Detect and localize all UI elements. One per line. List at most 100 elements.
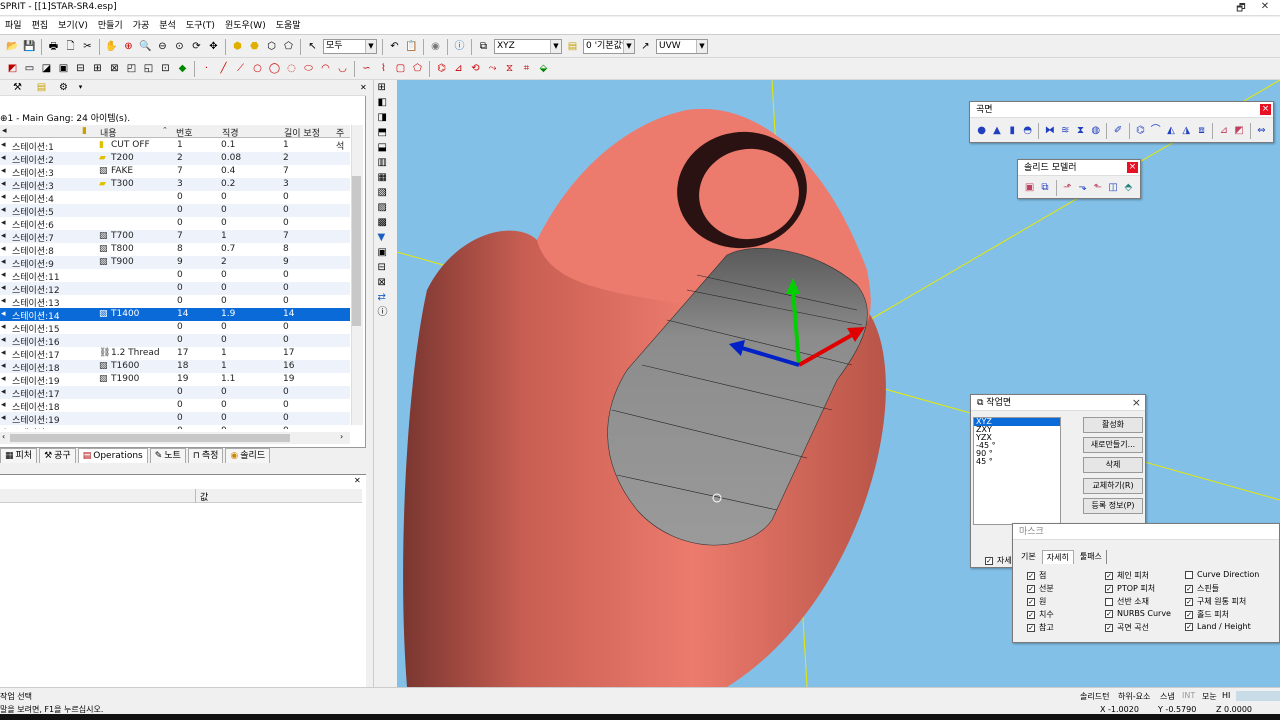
view-iso-icon[interactable]: ⬒	[378, 128, 390, 140]
view-side-icon[interactable]: ◨	[378, 113, 390, 125]
scroll-right-icon[interactable]: ›	[340, 432, 343, 441]
swap-icon[interactable]: ⇄	[378, 293, 390, 305]
hidden-line-icon[interactable]: ⬠	[281, 39, 296, 54]
detail-checkbox[interactable]: ✓ 자세	[985, 555, 1012, 566]
zoom-window-icon[interactable]: ⊕	[121, 39, 136, 54]
surface-dialog-close-button[interactable]: ×	[1260, 104, 1271, 115]
extend-surface-icon[interactable]: ◮	[1180, 124, 1193, 138]
zoom-in-icon[interactable]: 🔍	[138, 39, 153, 54]
view-top-icon[interactable]: ⊞	[378, 83, 390, 95]
filter-combo[interactable]: 모두 ▼	[323, 39, 377, 54]
uvw-combo[interactable]: UVW ▼	[656, 39, 708, 54]
solid-shell-icon[interactable]: ◫	[1106, 181, 1119, 195]
solid-revolve-icon[interactable]: ⬎	[1076, 181, 1089, 195]
menu-help[interactable]: 도움말	[271, 17, 306, 35]
solid-sweep-icon[interactable]: ⬑	[1091, 181, 1104, 195]
solid-box-icon[interactable]: ▣	[1023, 181, 1036, 195]
replace-button[interactable]: 교체하기(R)	[1083, 478, 1143, 494]
mask-tab-basic[interactable]: 기본	[1017, 550, 1040, 564]
col-number[interactable]: 번호	[176, 126, 193, 139]
menu-tools[interactable]: 도구(T)	[181, 17, 220, 35]
table-row[interactable]: ◂ 스테이션:12 0 0 0	[0, 282, 350, 296]
simulation-icon[interactable]: ◆	[175, 61, 190, 76]
view-dim-icon[interactable]: ▨	[378, 203, 390, 215]
ruled-surface-icon[interactable]: ⧓	[1043, 124, 1056, 138]
delete-button[interactable]: 삭제	[1083, 457, 1143, 473]
tool-icon[interactable]: ⊡	[158, 61, 173, 76]
snap-icon[interactable]: ⊠	[378, 278, 390, 290]
mode-solid-turn[interactable]: 솔리드턴	[1080, 691, 1109, 702]
tab-tools[interactable]: ⚒ 공구	[39, 448, 76, 463]
loft-surface-icon[interactable]: ≋	[1059, 124, 1072, 138]
cylinder-icon[interactable]: ▮	[1006, 124, 1019, 138]
tab-notes[interactable]: ✎ 노트	[149, 448, 186, 463]
solid-select-icon[interactable]: ⬙	[536, 61, 551, 76]
menu-file[interactable]: 파일	[0, 17, 27, 35]
view-front-icon[interactable]: ◧	[378, 98, 390, 110]
workplane-item[interactable]: 45 °	[974, 458, 1060, 466]
surface-icon[interactable]: ⌬	[434, 61, 449, 76]
view-center-icon[interactable]: ▩	[378, 218, 390, 230]
panel-close-icon[interactable]: ✕	[360, 83, 367, 92]
face-icon[interactable]: ◪	[39, 61, 54, 76]
hscroll-thumb[interactable]	[10, 434, 290, 442]
activate-button[interactable]: 활성화	[1083, 417, 1143, 433]
mask-checkbox[interactable]: ✓ 점	[1027, 570, 1046, 581]
rectangle-icon[interactable]: ▢	[393, 61, 408, 76]
menu-machining[interactable]: 가공	[128, 17, 155, 35]
shaded-icon[interactable]: ⬢	[230, 39, 245, 54]
polyline-icon[interactable]: ⟋	[233, 61, 248, 76]
solid-union-icon[interactable]: ⧉	[1038, 181, 1051, 195]
stock-icon[interactable]: ▭	[22, 61, 37, 76]
table-row[interactable]: ◂ 스테이션:31 0 0 0	[0, 425, 350, 429]
mask-checkbox[interactable]: ✓ 원	[1027, 596, 1046, 607]
line-icon[interactable]: ╱	[216, 61, 231, 76]
mask-checkbox[interactable]: ✓ 선분	[1027, 583, 1054, 594]
spline-icon[interactable]: ∽	[359, 61, 374, 76]
tab-features[interactable]: ▦ 피처	[0, 448, 38, 463]
cut-icon[interactable]: ✂	[80, 39, 95, 54]
solid-edit-icon[interactable]: ⬘	[1122, 181, 1135, 195]
menu-view[interactable]: 보기(V)	[53, 17, 93, 35]
thread-feature-icon[interactable]: ⊞	[90, 61, 105, 76]
drill-feature-icon[interactable]: ⊟	[73, 61, 88, 76]
sphere-icon[interactable]: ●	[975, 124, 988, 138]
revolve-icon[interactable]: ⟲	[468, 61, 483, 76]
table-row[interactable]: ◂ 스테이션:18 0 0 0	[0, 399, 350, 413]
circle-icon[interactable]: ○	[250, 61, 265, 76]
new-workplane-button[interactable]: 새로만들기...	[1083, 437, 1143, 453]
mask-checkbox[interactable]: ✓ 치수	[1027, 609, 1054, 620]
mask-checkbox[interactable]: Curve Direction	[1185, 570, 1259, 579]
close-window-button[interactable]: ✕	[1254, 1, 1276, 15]
mode-hi[interactable]: HI	[1222, 691, 1230, 700]
col-diameter[interactable]: 직경	[222, 126, 239, 139]
tool-menu-icon[interactable]: ⚙	[56, 80, 71, 95]
pan-icon[interactable]: ✋	[104, 39, 119, 54]
menu-edit[interactable]: 편집	[27, 17, 54, 35]
print-icon[interactable]: 🖶	[46, 39, 61, 54]
circle-tangent-icon[interactable]: ◯	[267, 61, 282, 76]
torus-icon[interactable]: ◓	[1021, 124, 1034, 138]
filter-icon[interactable]: ▼	[378, 233, 390, 245]
mask-checkbox[interactable]: ✓ 참고	[1027, 622, 1054, 633]
chamfer-icon[interactable]: ◰	[124, 61, 139, 76]
view-bottom-icon[interactable]: ⬓	[378, 143, 390, 155]
mode-sub-element[interactable]: 하위-요소	[1118, 691, 1150, 702]
mask-checkbox[interactable]: ✓ 곡면 곡선	[1105, 622, 1149, 633]
move-view-icon[interactable]: ✥	[206, 39, 221, 54]
arc-icon[interactable]: ◠	[318, 61, 333, 76]
print-preview-icon[interactable]: 🗋	[63, 39, 78, 54]
pocket-icon[interactable]: ▣	[56, 61, 71, 76]
zoom-out-icon[interactable]: ⊖	[155, 39, 170, 54]
table-row[interactable]: ◂ 스테이션:3 ▰ T300 3 0.2 3	[0, 178, 350, 192]
grid-icon[interactable]: ⊟	[378, 263, 390, 275]
tab-operations[interactable]: ▤ Operations	[77, 448, 148, 463]
revolve-surface-icon[interactable]: ◍	[1089, 124, 1102, 138]
groove-icon[interactable]: ⊠	[107, 61, 122, 76]
polygon-icon[interactable]: ⬠	[410, 61, 425, 76]
select-pointer-icon[interactable]: ↖	[305, 39, 320, 54]
circle-3pt-icon[interactable]: ◌	[284, 61, 299, 76]
tab-measure[interactable]: ⊓ 측정	[187, 448, 224, 463]
ellipse-icon[interactable]: ⬭	[301, 61, 316, 76]
mask-checkbox[interactable]: ✓ 홀드 피처	[1185, 609, 1229, 620]
